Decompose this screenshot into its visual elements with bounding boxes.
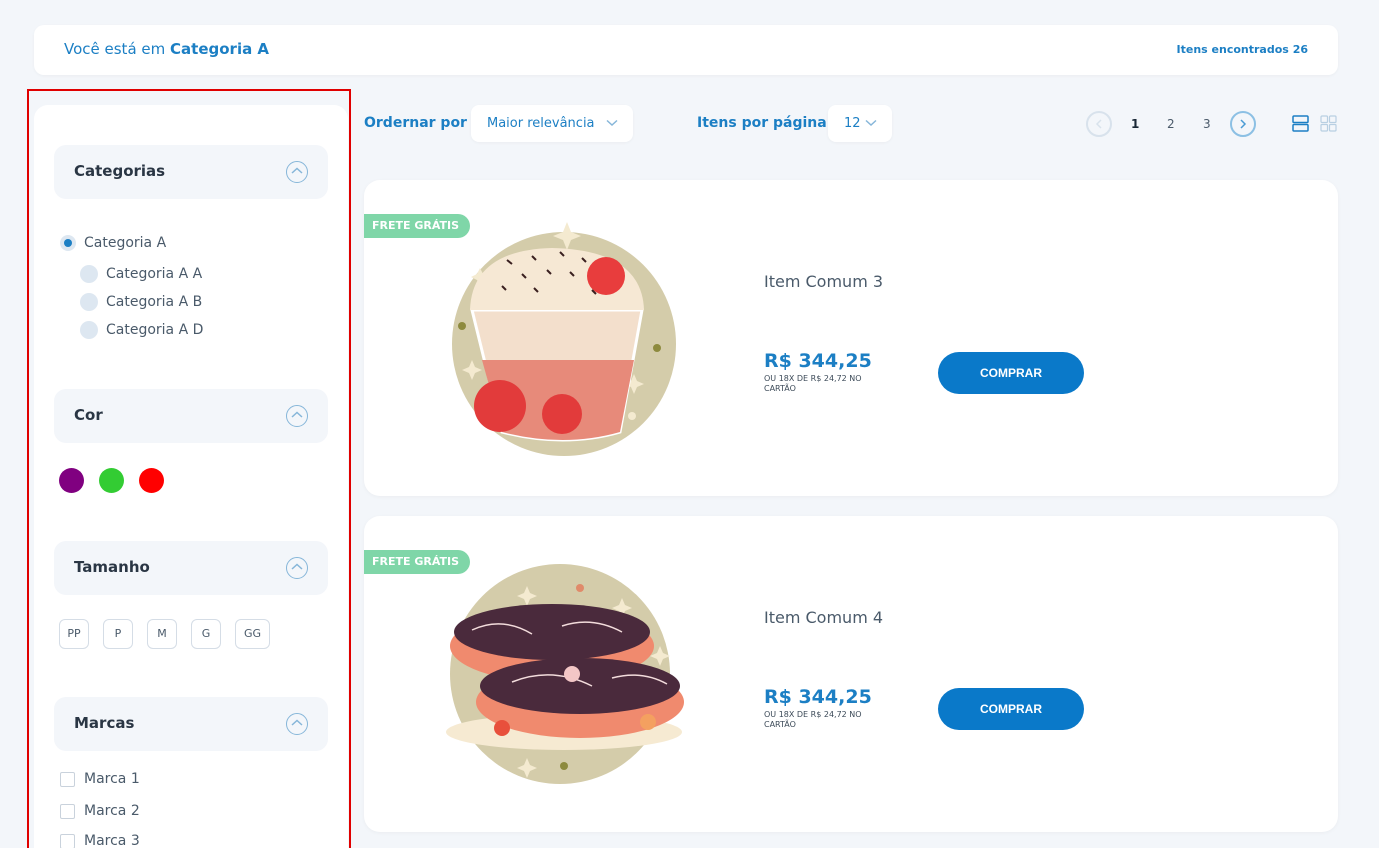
buy-button[interactable]: COMPRAR (938, 688, 1084, 730)
product-installments: OU 18X DE R$ 24,72 NO CARTÃO (764, 710, 862, 729)
buy-button[interactable]: COMPRAR (938, 352, 1084, 394)
sort-select-value: Maior relevância (487, 116, 595, 131)
grid-view-icon[interactable] (1320, 115, 1337, 132)
list-view-icon[interactable] (1292, 115, 1309, 132)
sort-label: Ordernar por (364, 115, 467, 131)
product-name[interactable]: Item Comum 3 (764, 272, 883, 291)
page-2-link[interactable]: 2 (1167, 117, 1175, 131)
product-price: R$ 344,25 (764, 686, 872, 708)
page-1-link[interactable]: 1 (1131, 117, 1139, 131)
chevron-down-icon (606, 119, 618, 127)
page-3-link[interactable]: 3 (1203, 117, 1211, 131)
breadcrumb-current[interactable]: Categoria A (170, 40, 269, 58)
next-page-button[interactable] (1230, 111, 1256, 137)
product-name[interactable]: Item Comum 4 (764, 608, 883, 627)
per-page-select-value: 12 (844, 116, 861, 131)
product-card[interactable]: FRETE GRÁTIS Item Comum 4 R$ 344,25 OU 1… (364, 516, 1338, 832)
cupcake-dessert-image[interactable] (442, 210, 692, 460)
breadcrumb: Você está em Categoria A (64, 40, 269, 58)
product-price: R$ 344,25 (764, 350, 872, 372)
per-page-label: Itens por página (697, 115, 827, 131)
product-installments: OU 18X DE R$ 24,72 NO CARTÃO (764, 374, 862, 393)
sort-select[interactable]: Maior relevância (471, 105, 633, 142)
chevron-right-icon (1240, 119, 1247, 129)
chevron-down-icon (865, 119, 877, 127)
items-found-count: 26 (1292, 43, 1308, 56)
chevron-left-icon (1095, 119, 1102, 129)
items-found: Itens encontrados 26 (1177, 43, 1308, 56)
prev-page-button[interactable] (1086, 111, 1112, 137)
sidebar-highlight-outline (27, 89, 351, 848)
breadcrumb-bar: Você está em Categoria A Itens encontrad… (34, 25, 1338, 75)
items-found-label: Itens encontrados (1176, 43, 1289, 56)
per-page-select[interactable]: 12 (828, 105, 892, 142)
donuts-image[interactable] (442, 546, 692, 796)
breadcrumb-prefix: Você está em (64, 40, 166, 58)
product-card[interactable]: FRETE GRÁTIS Item Comum 3 R$ 344,25 OU 1… (364, 180, 1338, 496)
